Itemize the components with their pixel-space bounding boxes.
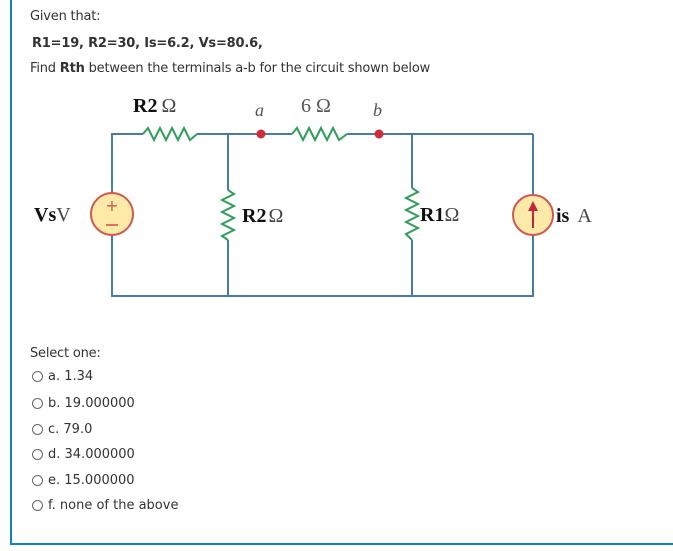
label-node-a: a — [255, 100, 264, 120]
option-label: d. 34.000000 — [48, 447, 135, 462]
label-r1: R1Ω — [420, 204, 459, 226]
prompt-prefix: Find — [30, 61, 60, 76]
given-values: R1=19, R2=30, Is=6.2, Vs=80.6, — [32, 36, 263, 51]
voltage-source: + — [90, 192, 134, 236]
label-current-source: is A — [556, 205, 592, 227]
resistor-r2-shunt — [219, 189, 237, 241]
resistor-6ohm — [291, 125, 348, 143]
select-one-label: Select one: — [30, 346, 101, 361]
label-r2-shunt: R2 Ω — [242, 205, 283, 227]
option-f[interactable]: f. none of the above — [32, 498, 178, 513]
resistor-r2-series — [142, 125, 198, 143]
circuit-diagram: + R2 Ω a 6 Ω b VsV R2 Ω R1Ω is A — [34, 95, 592, 297]
label-node-b: b — [373, 100, 382, 120]
wire-left-top — [111, 133, 143, 193]
plus-sign: + — [105, 196, 118, 215]
radio-button[interactable] — [32, 424, 43, 435]
option-label: e. 15.000000 — [48, 473, 135, 488]
resistor-r1 — [403, 187, 421, 241]
wires — [111, 133, 534, 297]
radio-button[interactable] — [32, 398, 43, 409]
option-d[interactable]: d. 34.000000 — [32, 447, 135, 462]
prompt-rth: Rth — [59, 61, 85, 76]
radio-button[interactable] — [32, 500, 43, 511]
question-prompt: Find Rth between the terminals a-b for t… — [30, 61, 430, 76]
label-r2-series: R2 Ω — [133, 95, 176, 117]
label-voltage-source: VsV — [34, 204, 71, 226]
option-label: f. none of the above — [48, 498, 179, 513]
option-label: b. 19.000000 — [48, 396, 135, 411]
radio-button[interactable] — [32, 371, 43, 382]
node-b-dot — [374, 129, 384, 139]
option-label: a. 1.34 — [48, 369, 94, 384]
option-c[interactable]: c. 79.0 — [32, 422, 92, 437]
radio-button[interactable] — [32, 449, 43, 460]
current-source — [512, 194, 554, 236]
option-a[interactable]: a. 1.34 — [32, 369, 93, 384]
option-label: c. 79.0 — [48, 422, 93, 437]
label-6ohm: 6 Ω — [301, 95, 331, 117]
option-b[interactable]: b. 19.000000 — [32, 396, 135, 411]
node-a-dot — [256, 129, 266, 139]
option-e[interactable]: e. 15.000000 — [32, 473, 135, 488]
radio-button[interactable] — [32, 475, 43, 486]
given-label: Given that: — [30, 9, 101, 24]
prompt-suffix: between the terminals a-b for the circui… — [84, 61, 431, 76]
